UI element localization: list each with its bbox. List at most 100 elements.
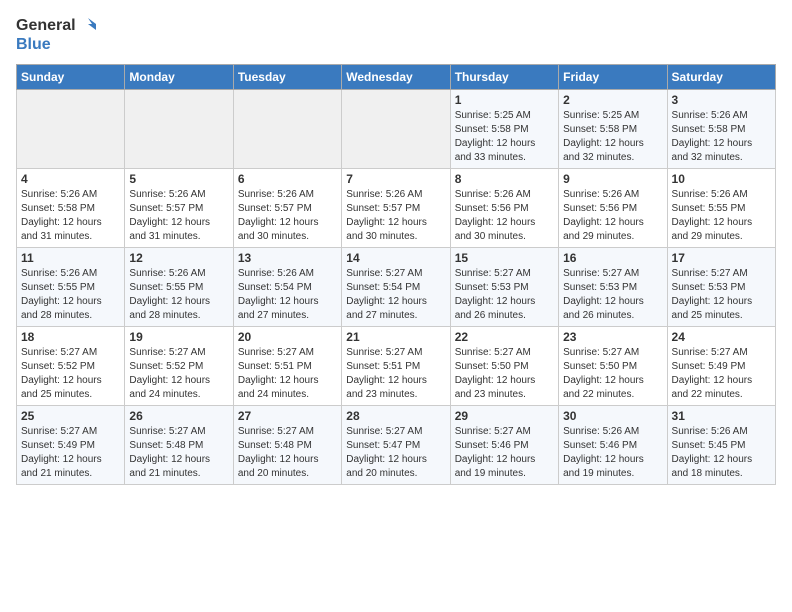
day-number: 26 — [129, 409, 228, 423]
calendar-cell: 6 Sunrise: 5:26 AMSunset: 5:57 PMDaylight… — [233, 168, 341, 247]
day-number: 6 — [238, 172, 337, 186]
day-number: 7 — [346, 172, 445, 186]
day-number: 8 — [455, 172, 554, 186]
day-info: Sunrise: 5:26 AMSunset: 5:58 PMDaylight:… — [672, 109, 771, 165]
calendar-cell: 27Sunrise: 5:27 AMSunset: 5:48 PMDayligh… — [233, 405, 341, 484]
day-info: Sunrise: 5:27 AMSunset: 5:53 PMDaylight:… — [563, 267, 662, 323]
week-row-4: 18 Sunrise: 5:27 AMSunset: 5:52 PMDayligh… — [17, 326, 776, 405]
weekday-header-thursday: Thursday — [450, 64, 558, 89]
day-number: 21 — [346, 330, 445, 344]
day-number: 2 — [563, 93, 662, 107]
calendar-cell: 31 Sunrise: 5:26 AMSunset: 5:45 PMDayligh… — [667, 405, 775, 484]
day-info: Sunrise: 5:26 AMSunset: 5:55 PMDaylight:… — [21, 267, 120, 323]
day-number: 14 — [346, 251, 445, 265]
calendar-cell: 5 Sunrise: 5:26 AMSunset: 5:57 PMDaylight… — [125, 168, 233, 247]
calendar-cell: 3 Sunrise: 5:26 AMSunset: 5:58 PMDaylight… — [667, 89, 775, 168]
day-number: 11 — [21, 251, 120, 265]
calendar-cell: 4Sunrise: 5:26 AMSunset: 5:58 PMDaylight… — [17, 168, 125, 247]
day-info: Sunrise: 5:27 AMSunset: 5:52 PMDaylight:… — [21, 346, 120, 402]
day-info: Sunrise: 5:27 AMSunset: 5:54 PMDaylight:… — [346, 267, 445, 323]
day-number: 10 — [672, 172, 771, 186]
calendar-cell: 26 Sunrise: 5:27 AMSunset: 5:48 PMDayligh… — [125, 405, 233, 484]
day-number: 12 — [129, 251, 228, 265]
day-info: Sunrise: 5:27 AMSunset: 5:53 PMDaylight:… — [455, 267, 554, 323]
day-number: 24 — [672, 330, 771, 344]
day-info: Sunrise: 5:26 AMSunset: 5:57 PMDaylight:… — [346, 188, 445, 244]
day-info: Sunrise: 5:27 AMSunset: 5:46 PMDaylight:… — [455, 425, 554, 481]
day-number: 20 — [238, 330, 337, 344]
weekday-header-tuesday: Tuesday — [233, 64, 341, 89]
day-number: 15 — [455, 251, 554, 265]
day-info: Sunrise: 5:27 AMSunset: 5:50 PMDaylight:… — [563, 346, 662, 402]
calendar-cell: 29 Sunrise: 5:27 AMSunset: 5:46 PMDayligh… — [450, 405, 558, 484]
day-info: Sunrise: 5:26 AMSunset: 5:56 PMDaylight:… — [455, 188, 554, 244]
calendar-cell: 25 Sunrise: 5:27 AMSunset: 5:49 PMDayligh… — [17, 405, 125, 484]
day-number: 17 — [672, 251, 771, 265]
day-number: 16 — [563, 251, 662, 265]
week-row-3: 11 Sunrise: 5:26 AMSunset: 5:55 PMDayligh… — [17, 247, 776, 326]
calendar-cell: 1 Sunrise: 5:25 AMSunset: 5:58 PMDaylight… — [450, 89, 558, 168]
calendar-cell: 16 Sunrise: 5:27 AMSunset: 5:53 PMDayligh… — [559, 247, 667, 326]
day-info: Sunrise: 5:26 AMSunset: 5:57 PMDaylight:… — [129, 188, 228, 244]
calendar-cell: 13Sunrise: 5:26 AMSunset: 5:54 PMDayligh… — [233, 247, 341, 326]
day-number: 3 — [672, 93, 771, 107]
day-number: 25 — [21, 409, 120, 423]
calendar-cell — [17, 89, 125, 168]
calendar-cell — [125, 89, 233, 168]
calendar-cell: 2 Sunrise: 5:25 AMSunset: 5:58 PMDaylight… — [559, 89, 667, 168]
day-info: Sunrise: 5:25 AMSunset: 5:58 PMDaylight:… — [563, 109, 662, 165]
calendar-cell: 21 Sunrise: 5:27 AMSunset: 5:51 PMDayligh… — [342, 326, 450, 405]
calendar-cell: 30 Sunrise: 5:26 AMSunset: 5:46 PMDayligh… — [559, 405, 667, 484]
day-info: Sunrise: 5:27 AMSunset: 5:48 PMDaylight:… — [129, 425, 228, 481]
day-number: 18 — [21, 330, 120, 344]
calendar-cell: 12Sunrise: 5:26 AMSunset: 5:55 PMDayligh… — [125, 247, 233, 326]
day-info: Sunrise: 5:27 AMSunset: 5:49 PMDaylight:… — [672, 346, 771, 402]
day-info: Sunrise: 5:27 AMSunset: 5:49 PMDaylight:… — [21, 425, 120, 481]
day-info: Sunrise: 5:25 AMSunset: 5:58 PMDaylight:… — [455, 109, 554, 165]
day-number: 5 — [129, 172, 228, 186]
calendar-cell: 7 Sunrise: 5:26 AMSunset: 5:57 PMDaylight… — [342, 168, 450, 247]
calendar-cell: 22Sunrise: 5:27 AMSunset: 5:50 PMDayligh… — [450, 326, 558, 405]
day-number: 4 — [21, 172, 120, 186]
day-info: Sunrise: 5:26 AMSunset: 5:45 PMDaylight:… — [672, 425, 771, 481]
day-number: 9 — [563, 172, 662, 186]
logo-text: General Blue — [16, 16, 96, 54]
calendar-cell: 24 Sunrise: 5:27 AMSunset: 5:49 PMDayligh… — [667, 326, 775, 405]
day-info: Sunrise: 5:27 AMSunset: 5:52 PMDaylight:… — [129, 346, 228, 402]
day-info: Sunrise: 5:26 AMSunset: 5:56 PMDaylight:… — [563, 188, 662, 244]
calendar-cell: 28 Sunrise: 5:27 AMSunset: 5:47 PMDayligh… — [342, 405, 450, 484]
day-number: 30 — [563, 409, 662, 423]
logo-blue: Blue — [16, 36, 51, 53]
weekday-header-sunday: Sunday — [17, 64, 125, 89]
day-info: Sunrise: 5:27 AMSunset: 5:51 PMDaylight:… — [346, 346, 445, 402]
day-info: Sunrise: 5:26 AMSunset: 5:46 PMDaylight:… — [563, 425, 662, 481]
week-row-5: 25 Sunrise: 5:27 AMSunset: 5:49 PMDayligh… — [17, 405, 776, 484]
weekday-header-row: SundayMondayTuesdayWednesdayThursdayFrid… — [17, 64, 776, 89]
calendar-cell: 8 Sunrise: 5:26 AMSunset: 5:56 PMDaylight… — [450, 168, 558, 247]
calendar-cell: 9 Sunrise: 5:26 AMSunset: 5:56 PMDaylight… — [559, 168, 667, 247]
weekday-header-friday: Friday — [559, 64, 667, 89]
weekday-header-saturday: Saturday — [667, 64, 775, 89]
day-info: Sunrise: 5:27 AMSunset: 5:51 PMDaylight:… — [238, 346, 337, 402]
calendar-cell: 10 Sunrise: 5:26 AMSunset: 5:55 PMDayligh… — [667, 168, 775, 247]
day-number: 19 — [129, 330, 228, 344]
day-number: 29 — [455, 409, 554, 423]
day-info: Sunrise: 5:26 AMSunset: 5:57 PMDaylight:… — [238, 188, 337, 244]
calendar-cell: 15 Sunrise: 5:27 AMSunset: 5:53 PMDayligh… — [450, 247, 558, 326]
header: General Blue — [16, 16, 776, 54]
calendar-cell: 11 Sunrise: 5:26 AMSunset: 5:55 PMDayligh… — [17, 247, 125, 326]
day-info: Sunrise: 5:27 AMSunset: 5:50 PMDaylight:… — [455, 346, 554, 402]
day-number: 1 — [455, 93, 554, 107]
day-number: 28 — [346, 409, 445, 423]
calendar-cell: 17Sunrise: 5:27 AMSunset: 5:53 PMDayligh… — [667, 247, 775, 326]
day-info: Sunrise: 5:26 AMSunset: 5:55 PMDaylight:… — [672, 188, 771, 244]
calendar-cell: 14 Sunrise: 5:27 AMSunset: 5:54 PMDayligh… — [342, 247, 450, 326]
day-number: 31 — [672, 409, 771, 423]
weekday-header-monday: Monday — [125, 64, 233, 89]
calendar-table: SundayMondayTuesdayWednesdayThursdayFrid… — [16, 64, 776, 485]
day-info: Sunrise: 5:27 AMSunset: 5:47 PMDaylight:… — [346, 425, 445, 481]
day-number: 23 — [563, 330, 662, 344]
calendar-cell — [342, 89, 450, 168]
logo-general: General — [16, 17, 76, 35]
weekday-header-wednesday: Wednesday — [342, 64, 450, 89]
